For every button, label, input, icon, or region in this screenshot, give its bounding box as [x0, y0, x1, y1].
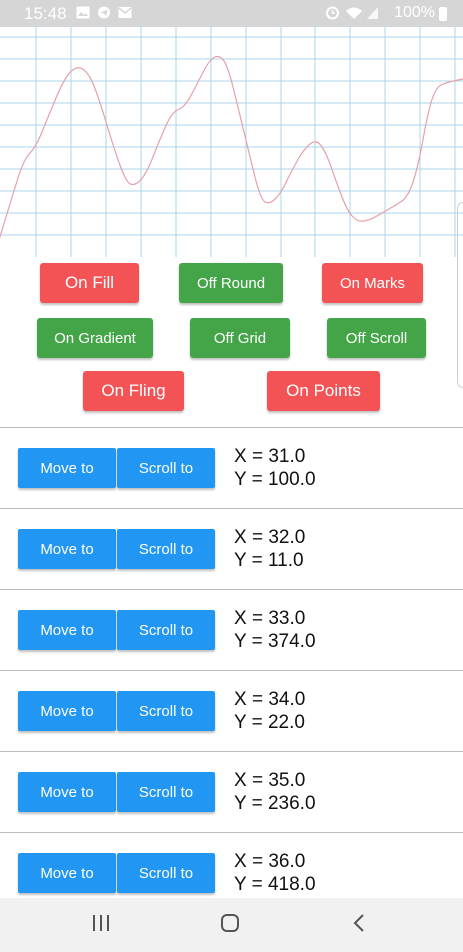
move-to-button[interactable]: Move to — [18, 853, 116, 893]
mail-icon — [118, 7, 132, 18]
move-to-button[interactable]: Move to — [18, 691, 116, 731]
fling-toggle-button[interactable]: On Fling — [83, 371, 184, 411]
x-value: X = 34.0 — [234, 689, 306, 710]
list-item: Move to Scroll to X = 33.0 Y = 374.0 — [0, 589, 463, 670]
chart-svg[interactable] — [0, 27, 463, 257]
scroll-to-button[interactable]: Scroll to — [117, 772, 215, 812]
x-value: X = 35.0 — [234, 770, 306, 791]
move-to-button[interactable]: Move to — [18, 529, 116, 569]
y-value: Y = 236.0 — [234, 793, 316, 814]
scroll-to-button[interactable]: Scroll to — [117, 529, 215, 569]
marks-toggle-button[interactable]: On Marks — [322, 263, 423, 303]
move-to-button[interactable]: Move to — [18, 610, 116, 650]
move-to-button[interactable]: Move to — [18, 448, 116, 488]
y-value: Y = 418.0 — [234, 874, 316, 895]
alarm-icon — [326, 6, 339, 20]
scroll-to-button[interactable]: Scroll to — [117, 853, 215, 893]
grid-toggle-button[interactable]: Off Grid — [190, 318, 290, 358]
list-item: Move to Scroll to X = 34.0 Y = 22.0 — [0, 670, 463, 751]
points-toggle-button[interactable]: On Points — [267, 371, 380, 411]
scroll-handle[interactable] — [457, 202, 463, 388]
x-value: X = 31.0 — [234, 446, 306, 467]
y-value: Y = 374.0 — [234, 631, 316, 652]
move-to-button[interactable]: Move to — [18, 772, 116, 812]
signal-icon — [367, 7, 378, 19]
y-value: Y = 11.0 — [234, 550, 304, 571]
x-value: X = 36.0 — [234, 851, 306, 872]
list-item: Move to Scroll to X = 35.0 Y = 236.0 — [0, 751, 463, 832]
scroll-toggle-button[interactable]: Off Scroll — [327, 318, 426, 358]
status-time: 15:48 — [24, 4, 67, 23]
recents-icon[interactable] — [91, 912, 111, 934]
scroll-to-button[interactable]: Scroll to — [117, 448, 215, 488]
y-value: Y = 100.0 — [234, 469, 316, 490]
line-chart[interactable] — [0, 27, 463, 257]
fill-toggle-button[interactable]: On Fill — [40, 263, 139, 303]
gradient-toggle-button[interactable]: On Gradient — [37, 318, 153, 358]
battery-icon — [439, 7, 447, 21]
x-value: X = 33.0 — [234, 608, 306, 629]
home-icon[interactable] — [219, 912, 241, 934]
telegram-icon — [97, 6, 111, 19]
scroll-to-button[interactable]: Scroll to — [117, 691, 215, 731]
status-bar: 15:48 100% — [0, 0, 463, 27]
scroll-to-button[interactable]: Scroll to — [117, 610, 215, 650]
x-value: X = 32.0 — [234, 527, 306, 548]
wifi-icon — [346, 7, 362, 19]
list-item: Move to Scroll to X = 32.0 Y = 11.0 — [0, 508, 463, 589]
back-icon[interactable] — [351, 912, 367, 934]
round-toggle-button[interactable]: Off Round — [179, 263, 283, 303]
list-item: Move to Scroll to X = 31.0 Y = 100.0 — [0, 427, 463, 508]
navigation-bar — [0, 898, 463, 952]
image-icon — [76, 6, 90, 19]
y-value: Y = 22.0 — [234, 712, 305, 733]
battery-text: 100% — [394, 4, 435, 21]
